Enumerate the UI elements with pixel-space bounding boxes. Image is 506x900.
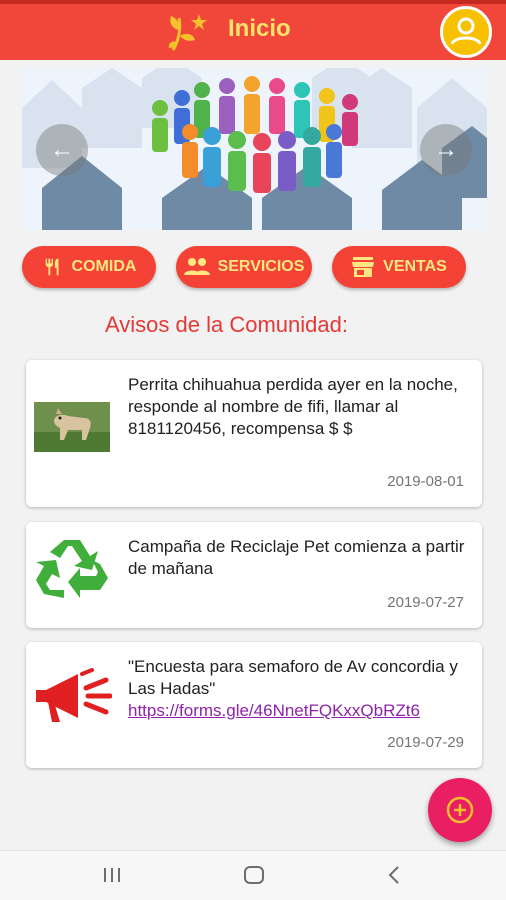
- arrow-left-icon[interactable]: ←: [36, 124, 88, 176]
- status-strip: [0, 0, 506, 4]
- back-icon[interactable]: [384, 864, 406, 886]
- section-title: Avisos de la Comunidad:: [105, 312, 348, 337]
- recent-apps-icon[interactable]: [101, 864, 123, 886]
- app-bar: Inicio: [0, 0, 506, 60]
- notice-card[interactable]: Perrita chihuahua perdida ayer en la noc…: [26, 360, 482, 507]
- user-avatar-icon[interactable]: [440, 6, 492, 58]
- utensils-icon: [45, 258, 59, 276]
- sales-category-button[interactable]: VENTAS: [332, 246, 466, 288]
- community-illustration: [22, 68, 487, 230]
- notice-date: 2019-07-27: [387, 594, 464, 611]
- notice-text: "Encuesta para semaforo de Av concordia …: [128, 656, 468, 722]
- food-category-button[interactable]: COMIDA: [22, 246, 156, 288]
- people-icon: [183, 258, 210, 275]
- notice-text-body: "Encuesta para semaforo de Av concordia …: [128, 657, 458, 698]
- dog-photo: [34, 402, 110, 452]
- notice-card[interactable]: Campaña de Reciclaje Pet comienza a part…: [26, 522, 482, 628]
- notice-card[interactable]: "Encuesta para semaforo de Av concordia …: [26, 642, 482, 768]
- arrow-right-icon[interactable]: →: [420, 124, 472, 176]
- food-category-label: COMIDA: [71, 258, 137, 275]
- notice-date: 2019-07-29: [387, 734, 464, 751]
- app-screen: Inicio ← → COMIDA SERVICIOS VENTAS Aviso…: [0, 0, 506, 900]
- services-category-label: SERVICIOS: [217, 258, 305, 275]
- sales-category-label: VENTAS: [383, 258, 447, 275]
- system-nav-bar: [0, 850, 506, 900]
- survey-link[interactable]: https://forms.gle/46NnetFQKxxQbRZt6: [128, 701, 420, 720]
- add-notice-button[interactable]: [428, 778, 492, 842]
- notice-text: Perrita chihuahua perdida ayer en la noc…: [128, 375, 458, 438]
- banner-carousel[interactable]: [22, 68, 487, 230]
- page-title: Inicio: [228, 15, 291, 42]
- flower-star-logo-icon: [168, 14, 207, 51]
- megaphone-icon: [36, 668, 112, 722]
- home-icon[interactable]: [242, 864, 266, 886]
- services-category-button[interactable]: SERVICIOS: [176, 246, 312, 288]
- recycle-icon: [36, 540, 108, 598]
- store-icon: [352, 257, 375, 277]
- notice-date: 2019-08-01: [387, 473, 464, 490]
- add-circle-icon: [446, 796, 474, 824]
- notice-text: Campaña de Reciclaje Pet comienza a part…: [128, 537, 465, 578]
